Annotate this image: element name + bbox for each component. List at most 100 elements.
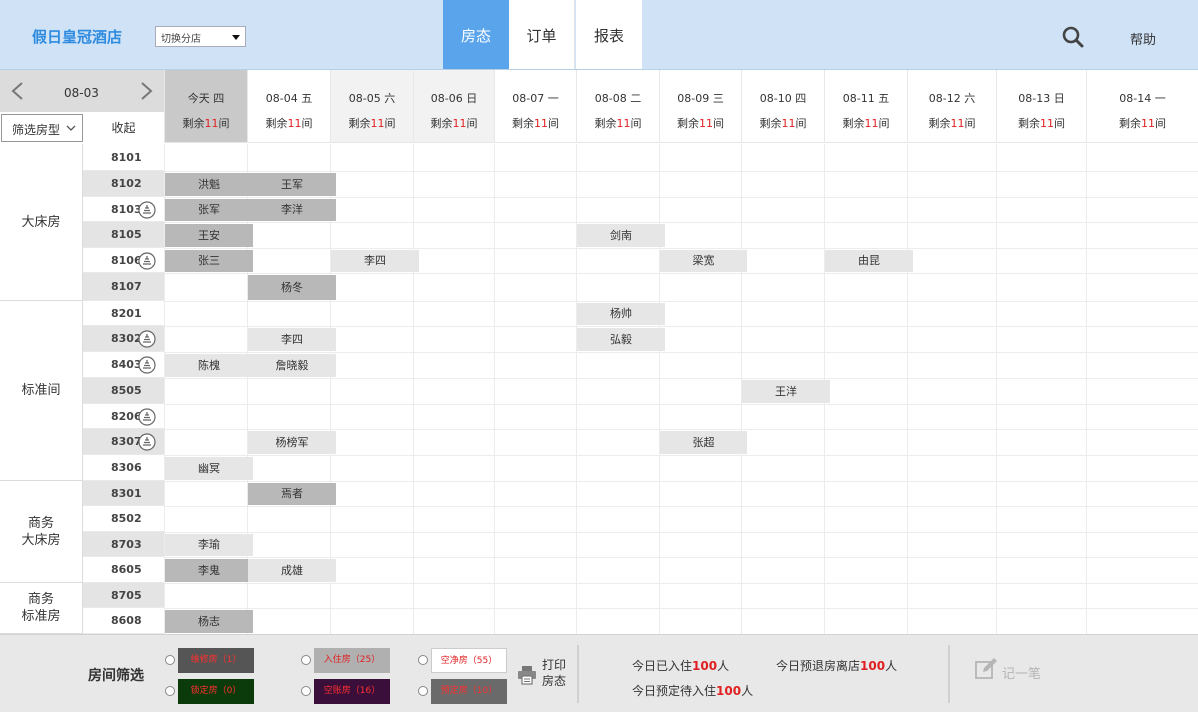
day-date: 08-06 日 [430,92,478,105]
chevron-left-icon[interactable] [8,80,26,102]
booking-block[interactable]: 詹晓毅 [248,354,336,377]
booking-block[interactable]: 陈槐 [165,354,253,377]
day-remaining-rooms: 剩余11间 [1018,117,1065,130]
status-radio[interactable] [301,686,311,696]
branch-select[interactable]: 切换分店 [155,26,246,47]
booking-block[interactable]: 李鬼 [165,559,253,582]
booking-block[interactable]: 幽冥 [165,457,253,480]
room-number[interactable]: 8403 [83,352,164,378]
tab-room-status[interactable]: 房态 [443,0,509,69]
room-number[interactable]: 8307 [83,429,164,455]
cleaning-icon [138,201,156,219]
status-legend-item[interactable]: 空净房（55） [431,648,507,673]
add-note-button[interactable]: 记一笔 [974,657,1054,685]
booking-block[interactable]: 李瑜 [165,534,253,556]
booking-block[interactable]: 李四 [248,328,336,351]
booking-block[interactable]: 张三 [165,250,253,272]
room-filter-title: 房间筛选 [88,668,144,684]
booking-block[interactable]: 杨榜军 [248,431,336,454]
room-number[interactable]: 8106 [83,248,164,273]
room-number[interactable]: 8105 [83,222,164,248]
grid-line [164,171,1198,172]
day-date: 08-11 五 [842,92,890,105]
booking-block[interactable]: 李洋 [248,199,336,221]
day-date: 今天 四 [187,92,225,105]
status-radio[interactable] [301,655,311,665]
day-remaining-rooms: 剩余11间 [759,117,807,130]
room-number-label: 8505 [111,384,142,397]
tab-orders[interactable]: 订单 [509,0,575,69]
status-legend-item[interactable]: 锁定房（0） [178,679,254,704]
status-legend-item[interactable]: 维修房（1） [178,648,254,673]
booking-block[interactable]: 张军 [165,199,253,221]
day-header: 08-08 二剩余11间 [576,70,659,143]
grid-line [164,197,1198,198]
grid-line [1086,144,1087,634]
status-radio[interactable] [165,655,175,665]
room-number[interactable]: 8505 [83,378,164,404]
grid-line [164,481,1198,482]
day-header: 08-14 一剩余11间 [1086,70,1198,143]
room-type-group: 商务 大床房 [0,481,83,583]
booking-block[interactable]: 由昆 [825,250,913,272]
booking-block[interactable]: 王洋 [742,380,830,403]
stat-checked-in: 今日已入住100人 [632,659,730,673]
status-radio[interactable] [418,686,428,696]
room-number[interactable]: 8705 [83,583,164,608]
print-room-status-button[interactable]: 打印 房态 [517,657,577,697]
booking-block[interactable]: 成雄 [248,559,336,582]
divider [577,645,579,703]
booking-block[interactable]: 剑南 [577,224,665,247]
day-date: 08-13 日 [1018,92,1065,105]
room-number[interactable]: 8101 [83,144,164,171]
room-number[interactable]: 8102 [83,171,164,197]
room-number[interactable]: 8605 [83,557,164,583]
booking-block[interactable]: 王安 [165,224,253,247]
room-number[interactable]: 8103 [83,197,164,222]
room-number[interactable]: 8107 [83,273,164,301]
room-number[interactable]: 8301 [83,481,164,506]
grid-line [164,404,1198,405]
status-radio[interactable] [418,655,428,665]
day-header: 08-13 日剩余11间 [996,70,1086,143]
room-number[interactable]: 8502 [83,506,164,532]
current-date: 08-03 [64,86,99,100]
booking-block[interactable]: 杨冬 [248,275,336,300]
booking-block[interactable]: 李四 [331,250,419,272]
booking-block[interactable]: 焉者 [248,483,336,505]
booking-block[interactable]: 张超 [660,431,747,454]
help-link[interactable]: 帮助 [1130,29,1156,48]
booking-block[interactable]: 杨志 [165,610,253,633]
booking-block[interactable]: 王军 [248,173,336,196]
room-type-filter[interactable]: 筛选房型 [1,114,83,142]
room-number[interactable]: 8608 [83,608,164,634]
room-number[interactable]: 8302 [83,326,164,352]
footer-bar: 房间筛选 维修房（1） 锁定房（0） 入住房（25） 空账房（16） 空净房（55） 预定… [0,634,1198,712]
booking-block[interactable]: 洪魁 [165,173,253,196]
room-number[interactable]: 8206 [83,404,164,429]
caret-down-icon [232,35,240,40]
room-number-label: 8703 [111,538,142,551]
status-legend-item[interactable]: 空账房（16） [314,679,390,704]
status-legend-item[interactable]: 入住房（25） [314,648,390,673]
collapse-toggle[interactable]: 收起 [83,112,164,143]
room-number[interactable]: 8201 [83,301,164,326]
day-header: 08-05 六剩余11间 [330,70,413,143]
grid-line [164,326,1198,327]
tab-reports[interactable]: 报表 [576,0,642,69]
day-header: 08-07 一剩余11间 [494,70,576,143]
booking-block[interactable]: 杨帅 [577,303,665,325]
booking-block[interactable]: 梁宽 [660,250,747,272]
status-radio[interactable] [165,686,175,696]
day-header: 今天 四剩余11间 [164,70,247,143]
booking-block[interactable]: 弘毅 [577,328,665,351]
status-legend-item[interactable]: 预定房（10） [431,679,507,704]
cleaning-icon [138,408,156,426]
room-number[interactable]: 8703 [83,532,164,557]
chevron-right-icon[interactable] [138,80,156,102]
day-date: 08-05 六 [348,92,396,105]
day-remaining-rooms: 剩余11间 [842,117,890,130]
room-status-grid: 大床房 标准间 商务 大床房 商务 标准房 8101 8102 8103 8105 8106 81… [0,144,1198,634]
room-number[interactable]: 8306 [83,455,164,481]
search-icon[interactable] [1062,26,1084,48]
